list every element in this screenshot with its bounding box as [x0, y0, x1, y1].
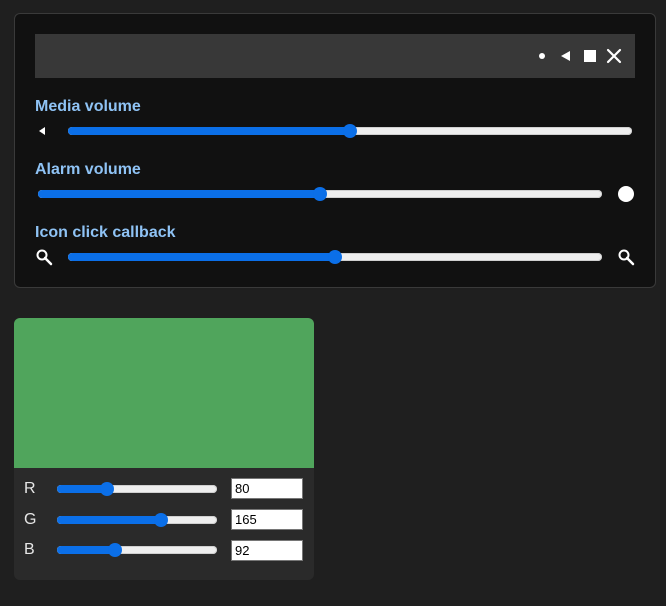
slider-fill — [38, 190, 320, 198]
zoom-out-icon[interactable] — [35, 248, 53, 266]
color-preview-swatch — [14, 318, 314, 468]
back-triangle-icon[interactable] — [35, 122, 53, 140]
blue-channel-input[interactable] — [231, 540, 303, 561]
slider-fill — [57, 546, 115, 554]
slider-thumb[interactable] — [107, 543, 122, 557]
icon-click-callback-slider[interactable] — [68, 250, 602, 264]
red-channel-label: R — [24, 480, 36, 497]
slider-thumb[interactable] — [328, 250, 342, 264]
alarm-volume-slider[interactable] — [38, 187, 602, 201]
slider-thumb[interactable] — [100, 482, 115, 496]
dot-icon[interactable] — [533, 47, 551, 65]
slider-thumb[interactable] — [153, 513, 168, 527]
slider-fill — [68, 253, 335, 261]
stop-square-icon[interactable] — [581, 47, 599, 65]
red-channel-slider[interactable] — [57, 482, 217, 496]
green-channel-label: G — [24, 511, 37, 528]
slider-thumb[interactable] — [313, 187, 327, 201]
slider-thumb[interactable] — [343, 124, 357, 138]
slider-fill — [68, 127, 350, 135]
slider-fill — [57, 516, 161, 524]
red-channel-input[interactable] — [231, 478, 303, 499]
back-triangle-icon[interactable] — [557, 47, 575, 65]
green-channel-input[interactable] — [231, 509, 303, 530]
zoom-in-icon[interactable] — [617, 248, 635, 266]
blue-channel-slider[interactable] — [57, 543, 217, 557]
toolbar — [35, 34, 635, 78]
media-volume-label: Media volume — [35, 98, 141, 115]
icon-click-callback-label: Icon click callback — [35, 224, 176, 241]
blue-channel-label: B — [24, 541, 35, 558]
slider-panel: Media volume Alarm volume Icon click cal… — [14, 13, 656, 288]
circle-icon[interactable] — [617, 185, 635, 203]
media-volume-slider[interactable] — [68, 124, 632, 138]
close-icon[interactable] — [605, 47, 623, 65]
alarm-volume-label: Alarm volume — [35, 161, 141, 178]
color-picker: R G B — [14, 318, 314, 580]
green-channel-slider[interactable] — [57, 513, 217, 527]
